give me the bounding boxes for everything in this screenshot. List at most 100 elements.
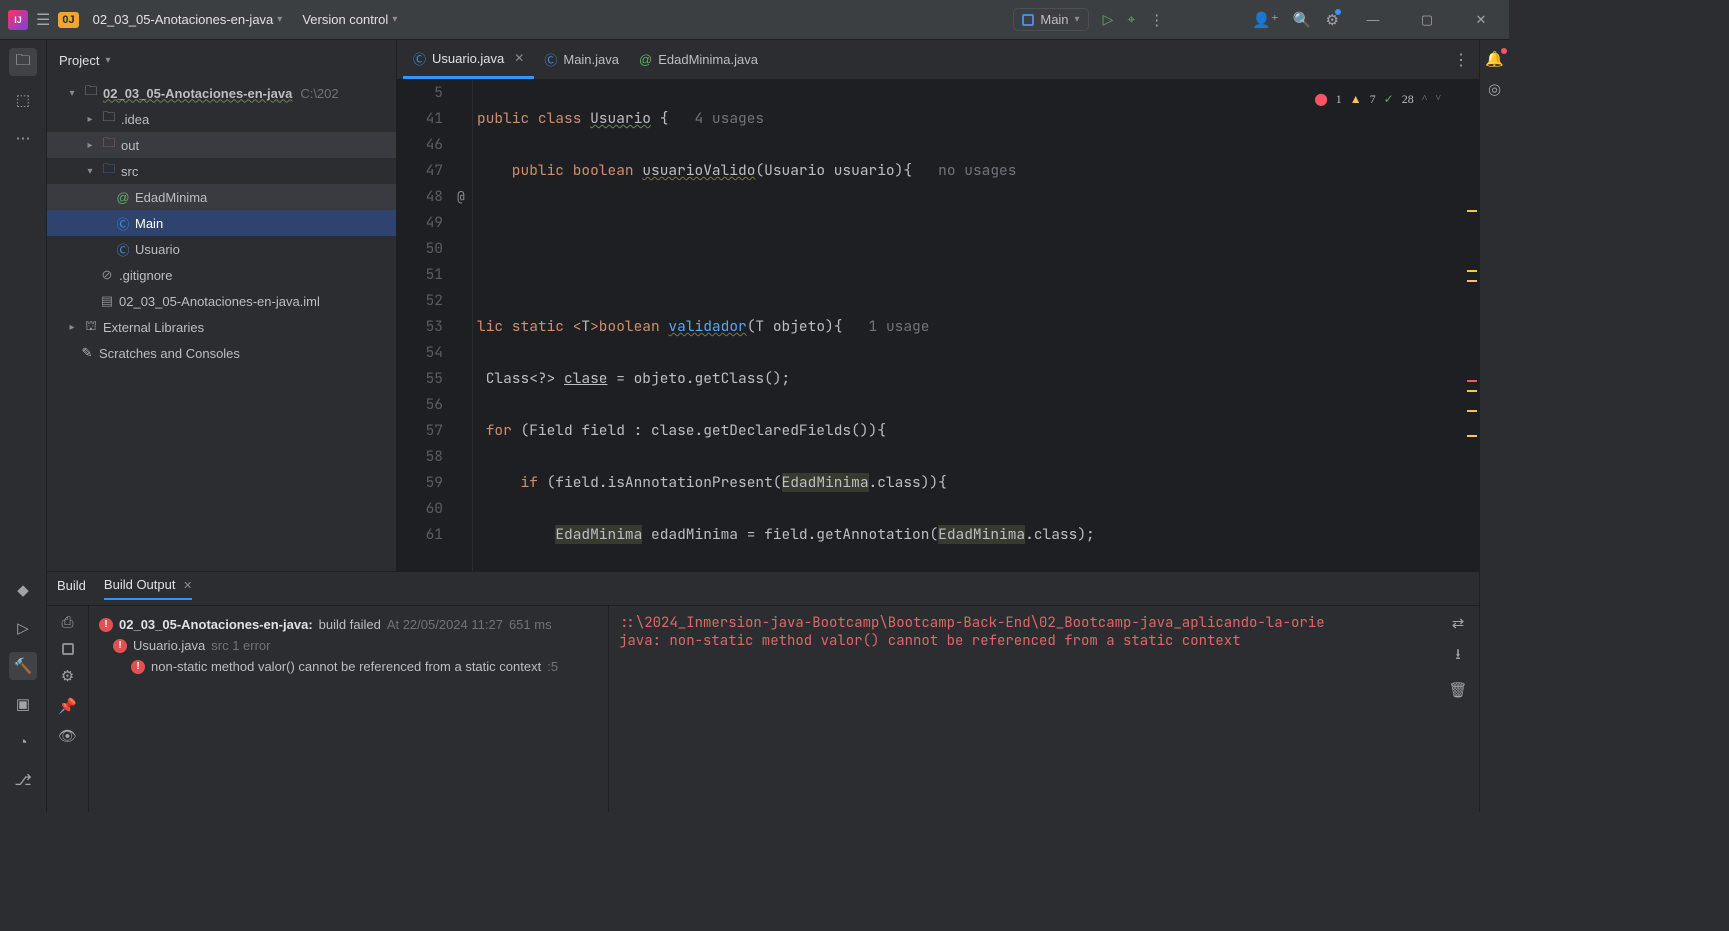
run-button[interactable]: ▷: [1103, 11, 1114, 28]
folder-icon: 🗀: [101, 108, 117, 130]
right-tool-stripe: 🔔 ◎: [1479, 40, 1509, 812]
build-file-line[interactable]: ! Usuario.java src 1 error: [99, 635, 598, 656]
titlebar: IJ ☰ 0J 02_03_05-Anotaciones-en-java ▾ V…: [0, 0, 1509, 40]
profiler-tool-button[interactable]: ◔: [9, 728, 37, 756]
ok-icon: ✓: [1384, 86, 1394, 112]
folder-icon: 🗀: [83, 82, 99, 104]
search-icon[interactable]: 🔍: [1293, 11, 1312, 29]
services-tool-button[interactable]: ◆: [9, 576, 37, 604]
tree-root-path: C:\202: [300, 86, 338, 101]
build-output-tab[interactable]: Build Output ✕: [104, 577, 192, 600]
tree-external-libraries[interactable]: ▸ ⛫ External Libraries: [47, 314, 396, 340]
code-area[interactable]: 54146474849505152535455565758596061 @ pu…: [397, 80, 1479, 571]
chevron-down-icon[interactable]: ˅: [1435, 86, 1441, 112]
build-tab[interactable]: Build: [57, 578, 86, 599]
warning-icon: ▲: [1350, 86, 1362, 112]
code-text[interactable]: public class Usuario { 4 usages public b…: [473, 80, 1465, 571]
ai-icon[interactable]: ◎: [1488, 80, 1501, 98]
library-icon: ⛫: [83, 318, 99, 336]
code-with-me-icon[interactable]: 👤⁺: [1252, 11, 1279, 29]
notifications-icon[interactable]: 🔔: [1485, 50, 1504, 68]
tab-main[interactable]: Ⓒ Main.java: [534, 40, 629, 79]
build-panel-tabs: Build Build Output ✕: [47, 572, 1479, 606]
minimize-button[interactable]: —: [1353, 5, 1393, 35]
project-tree[interactable]: ▾ 🗀 02_03_05-Anotaciones-en-java C:\202 …: [47, 80, 396, 571]
project-badge: 0J: [58, 12, 78, 28]
error-icon: !: [131, 660, 145, 674]
tab-edad[interactable]: @ EdadMinima.java: [629, 40, 768, 79]
chevron-down-icon: ▾: [105, 55, 110, 66]
tree-root[interactable]: ▾ 🗀 02_03_05-Anotaciones-en-java C:\202: [47, 80, 396, 106]
tree-gitignore[interactable]: ⊘ .gitignore: [47, 262, 396, 288]
build-output[interactable]: ::\2024_Inmersion-java-Bootcamp\Bootcamp…: [609, 606, 1437, 812]
project-panel-header[interactable]: Project ▾: [47, 40, 396, 80]
tree-main[interactable]: Ⓒ Main: [47, 210, 396, 236]
error-icon: !: [113, 639, 127, 653]
tree-edadminima[interactable]: @ EdadMinima: [47, 184, 396, 210]
pin-icon[interactable]: 📌: [58, 697, 77, 715]
tab-more-icon[interactable]: ⋮: [1443, 50, 1479, 70]
intellij-logo: IJ: [8, 10, 28, 30]
iml-icon: ▤: [99, 293, 115, 309]
close-icon[interactable]: ✕: [183, 580, 192, 592]
build-toolbar-left: ⎙ ⚙ 📌 👁: [47, 606, 89, 812]
annotation-gutter-icon[interactable]: @: [457, 184, 465, 210]
run-config-name: Main: [1040, 12, 1068, 27]
build-error-line[interactable]: ! non-static method valor() cannot be re…: [99, 656, 598, 677]
terminal-tool-button[interactable]: ▣: [9, 690, 37, 718]
vcs-label: Version control: [302, 12, 388, 27]
git-tool-button[interactable]: ⎇: [9, 766, 37, 794]
project-panel: Project ▾ ▾ 🗀 02_03_05-Anotaciones-en-ja…: [47, 40, 397, 571]
annotation-icon: @: [639, 52, 652, 67]
folder-icon: 🗀: [101, 160, 117, 182]
error-icon: ⬤: [1314, 86, 1327, 112]
error-stripe[interactable]: [1465, 80, 1479, 571]
close-button[interactable]: ✕: [1461, 5, 1501, 35]
scroll-to-end-icon[interactable]: ⭳: [1455, 644, 1460, 669]
vcs-dropdown[interactable]: Version control ▾: [296, 8, 403, 31]
gitignore-icon: ⊘: [99, 267, 115, 283]
more-icon[interactable]: ⋮: [1149, 11, 1164, 29]
tree-idea[interactable]: ▸ 🗀 .idea: [47, 106, 396, 132]
clear-icon[interactable]: 🗑: [1448, 681, 1467, 699]
class-icon: Ⓒ: [115, 240, 131, 259]
hamburger-icon[interactable]: ☰: [36, 10, 50, 30]
chevron-up-icon[interactable]: ˄: [1422, 86, 1428, 112]
project-panel-title: Project: [59, 53, 99, 68]
stop-icon[interactable]: [62, 643, 74, 655]
class-icon: Ⓒ: [115, 214, 131, 233]
build-tool-button[interactable]: 🔨: [9, 652, 37, 680]
tree-iml[interactable]: ▤ 02_03_05-Anotaciones-en-java.iml: [47, 288, 396, 314]
left-tool-stripe: 🗀 ⬚ ⋯ ◆ ▷ 🔨 ▣ ◔ ⎇: [0, 40, 47, 812]
build-tree[interactable]: ! 02_03_05-Anotaciones-en-java: build fa…: [89, 606, 609, 812]
view-icon[interactable]: 👁: [58, 727, 77, 745]
folder-icon: 🗀: [101, 134, 117, 156]
chevron-down-icon: ▾: [277, 14, 282, 25]
build-root-line[interactable]: ! 02_03_05-Anotaciones-en-java: build fa…: [99, 614, 598, 635]
error-icon: !: [99, 618, 113, 632]
scratches-icon: ✎: [79, 345, 95, 361]
soft-wrap-icon[interactable]: ⇄: [1452, 614, 1465, 632]
close-tab-icon[interactable]: ✕: [514, 51, 524, 65]
run-tool-button[interactable]: ▷: [9, 614, 37, 642]
settings-icon[interactable]: ⚙: [1326, 11, 1339, 29]
tree-scratches[interactable]: ✎ Scratches and Consoles: [47, 340, 396, 366]
more-tool-button[interactable]: ⋯: [9, 124, 37, 152]
structure-tool-button[interactable]: ⬚: [9, 86, 37, 114]
filter-icon[interactable]: ⎙: [61, 614, 73, 631]
maximize-button[interactable]: ▢: [1407, 5, 1447, 35]
class-icon: Ⓒ: [544, 50, 557, 69]
run-config[interactable]: Main ▾: [1013, 8, 1088, 31]
tree-usuario[interactable]: Ⓒ Usuario: [47, 236, 396, 262]
debug-button[interactable]: ⌖: [1127, 11, 1135, 28]
project-tool-button[interactable]: 🗀: [9, 48, 37, 76]
tree-out[interactable]: ▸ 🗀 out: [47, 132, 396, 158]
build-panel: Build Build Output ✕ ⎙ ⚙ 📌 👁: [47, 572, 1479, 812]
tab-usuario[interactable]: Ⓒ Usuario.java ✕: [403, 40, 534, 79]
project-dropdown[interactable]: 02_03_05-Anotaciones-en-java ▾: [87, 8, 289, 31]
inspection-widget[interactable]: ⬤1 ▲7 ✓28 ˄ ˅: [1314, 86, 1441, 112]
tree-src[interactable]: ▾ 🗀 src: [47, 158, 396, 184]
settings-icon[interactable]: ⚙: [61, 667, 74, 685]
class-icon: Ⓒ: [413, 49, 426, 68]
build-toolbar-right: ⇄ ⭳ 🗑: [1437, 606, 1479, 812]
